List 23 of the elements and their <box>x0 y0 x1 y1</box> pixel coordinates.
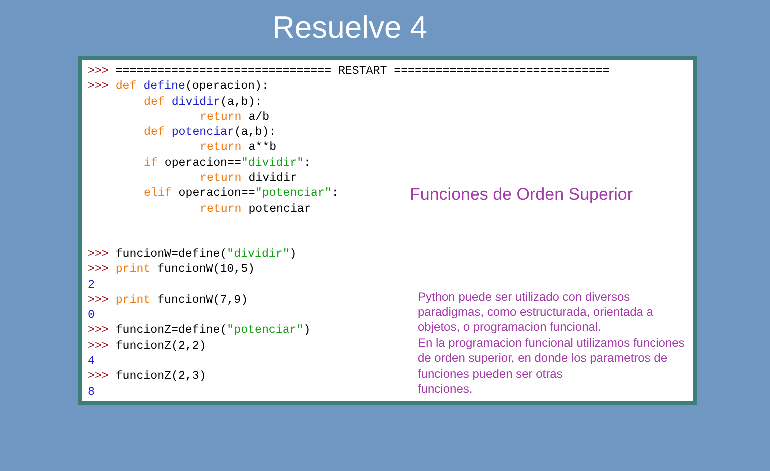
code-line: >>> funcionZ(2,3) <box>88 369 206 385</box>
code-line: 2 <box>88 278 95 293</box>
code-line: >>> =============================== RESTART =============================== <box>88 64 610 80</box>
code-line: def dividir(a,b): <box>143 94 262 110</box>
code-line: return a**b <box>199 140 277 156</box>
code-line: return a/b <box>199 110 270 126</box>
code-line: if operacion=="dividir": <box>143 156 311 172</box>
section-heading: Funciones de Orden Superior <box>410 184 634 206</box>
code-line: return potenciar <box>199 202 312 217</box>
code-line: 8 <box>88 384 95 400</box>
code-line: elif operacion=="potenciar": <box>143 186 339 202</box>
code-line: >>> funcionZ=define("potenciar") <box>88 323 311 339</box>
description-paragraph: Python puede ser utilizado con diversos paradigmas, como estructurada, orientada a objetos, o programacion funcional. En la programacion funcional utilizamos funciones de orden superior, en donde los parametros de funciones pueden ser otras funciones. <box>418 290 685 398</box>
code-line: 0 <box>88 308 95 324</box>
code-line: >>> print funcionW(7,9) <box>88 292 248 308</box>
code-line: >>> funcionW=define("dividir") <box>88 246 297 262</box>
code-line: >>> def define(operacion): <box>88 79 269 95</box>
slide-title: Resuelve 4 <box>271 9 429 47</box>
code-line: 4 <box>88 354 95 370</box>
code-line: return dividir <box>199 171 298 186</box>
code-line: >>> funcionZ(2,2) <box>88 338 206 354</box>
code-line: >>> print funcionW(10,5) <box>88 262 255 278</box>
code-line: def potenciar(a,b): <box>143 125 276 140</box>
